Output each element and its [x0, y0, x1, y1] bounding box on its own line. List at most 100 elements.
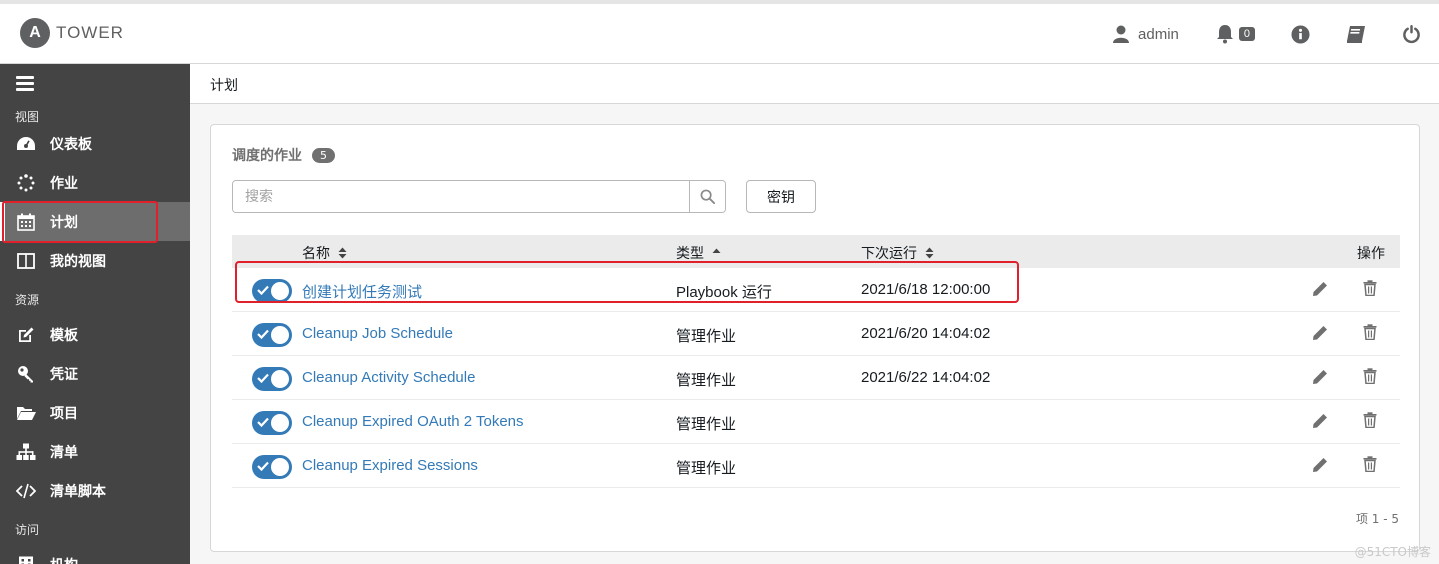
- trash-icon: [1363, 324, 1377, 341]
- documentation-button[interactable]: [1346, 25, 1366, 44]
- column-header-label: 类型: [676, 246, 704, 262]
- menu-toggle-icon[interactable]: [16, 76, 34, 94]
- schedule-next-run: 2021/6/20 14:04:02: [861, 325, 991, 342]
- schedule-name-link[interactable]: Cleanup Expired OAuth 2 Tokens: [302, 413, 524, 430]
- folder-open-icon: [15, 403, 37, 423]
- sidebar-item-label: 项目: [50, 405, 78, 422]
- edit-button[interactable]: [1312, 369, 1328, 389]
- sidebar-item-label: 模板: [50, 327, 78, 344]
- schedule-type: 管理作业: [676, 416, 737, 433]
- delete-button[interactable]: [1363, 368, 1377, 388]
- about-button[interactable]: [1291, 24, 1310, 44]
- column-header-label: 下次运行: [861, 246, 917, 262]
- delete-button[interactable]: [1363, 456, 1377, 476]
- search-button[interactable]: [689, 181, 725, 212]
- schedule-toggle[interactable]: [252, 455, 292, 479]
- toggle-knob: [271, 458, 289, 476]
- tower-logo[interactable]: A TOWER: [20, 18, 124, 48]
- delete-button[interactable]: [1363, 280, 1377, 300]
- pencil-icon: [1313, 282, 1327, 296]
- logo-text: TOWER: [56, 23, 124, 42]
- info-icon: [1291, 24, 1310, 44]
- sidebar-item-label: 作业: [50, 175, 78, 192]
- columns-icon: [15, 251, 37, 271]
- section-label-resources: 资源: [15, 293, 40, 307]
- edit-button[interactable]: [1312, 281, 1328, 301]
- sidebar: 视图 仪表板 作业 计划 我的视图 资源 模板 凭证 项目 清单 清单脚本 访问: [0, 64, 190, 564]
- schedule-type: 管理作业: [676, 328, 737, 345]
- delete-button[interactable]: [1363, 412, 1377, 432]
- column-header-label: 操作: [1357, 246, 1385, 262]
- notifications-button[interactable]: 0: [1215, 24, 1255, 44]
- schedule-next-run: 2021/6/22 14:04:02: [861, 369, 991, 386]
- toggle-knob: [271, 370, 289, 388]
- watermark: @51CTO博客: [1354, 545, 1431, 559]
- panel-title-text: 调度的作业: [232, 148, 302, 164]
- schedule-toggle[interactable]: [252, 411, 292, 435]
- tachometer-icon: [15, 134, 37, 154]
- spinner-icon: [15, 173, 37, 193]
- toggle-knob: [271, 414, 289, 432]
- search-input[interactable]: [233, 181, 689, 212]
- user-name: admin: [1138, 25, 1179, 43]
- check-icon: [257, 417, 269, 428]
- key-icon: [15, 364, 37, 384]
- count-badge: 5: [312, 147, 335, 163]
- search-icon: [700, 189, 715, 204]
- table-row: Cleanup Expired OAuth 2 Tokens 管理作业: [232, 400, 1400, 444]
- notification-count-badge: 0: [1238, 27, 1255, 41]
- table-row: Cleanup Expired Sessions 管理作业: [232, 444, 1400, 488]
- building-icon: [15, 555, 37, 564]
- pagination-info: 项 1 - 5: [1355, 512, 1399, 526]
- sidebar-item-label: 仪表板: [50, 136, 92, 153]
- check-icon: [257, 373, 269, 384]
- sidebar-item-label: 我的视图: [50, 253, 106, 270]
- column-header-name[interactable]: 名称: [302, 243, 347, 263]
- sidebar-item-templates[interactable]: 模板: [0, 315, 190, 354]
- schedule-type: 管理作业: [676, 372, 737, 389]
- sidebar-item-jobs[interactable]: 作业: [0, 163, 190, 202]
- edit-button[interactable]: [1312, 413, 1328, 433]
- column-header-next-run[interactable]: 下次运行: [861, 243, 934, 263]
- schedule-toggle[interactable]: [252, 323, 292, 347]
- delete-button[interactable]: [1363, 324, 1377, 344]
- check-icon: [257, 461, 269, 472]
- schedule-name-link[interactable]: Cleanup Activity Schedule: [302, 369, 475, 386]
- breadcrumb: 计划: [210, 78, 238, 94]
- power-icon: [1403, 24, 1420, 44]
- section-label-views: 视图: [15, 110, 40, 124]
- pencil-icon: [1313, 414, 1327, 428]
- sidebar-item-credentials[interactable]: 凭证: [0, 354, 190, 393]
- key-button[interactable]: 密钥: [746, 180, 816, 213]
- trash-icon: [1363, 412, 1377, 429]
- search-box: [232, 180, 726, 213]
- sidebar-item-organizations[interactable]: 机构: [0, 545, 190, 564]
- sitemap-icon: [15, 442, 37, 462]
- table-row: Cleanup Activity Schedule 管理作业 2021/6/22…: [232, 356, 1400, 400]
- sidebar-item-my-view[interactable]: 我的视图: [0, 241, 190, 280]
- sort-icon: [338, 247, 347, 259]
- user-icon: [1113, 25, 1130, 43]
- sidebar-item-projects[interactable]: 项目: [0, 393, 190, 432]
- sidebar-item-inventory-scripts[interactable]: 清单脚本: [0, 471, 190, 510]
- pencil-icon: [1313, 370, 1327, 384]
- logout-button[interactable]: [1402, 24, 1421, 44]
- schedule-name-link[interactable]: Cleanup Expired Sessions: [302, 457, 478, 474]
- trash-icon: [1363, 456, 1377, 473]
- column-header-label: 名称: [302, 246, 330, 262]
- schedule-name-link[interactable]: Cleanup Job Schedule: [302, 325, 453, 342]
- edit-button[interactable]: [1312, 325, 1328, 345]
- sort-icon: [925, 247, 934, 259]
- sidebar-item-label: 清单脚本: [50, 483, 106, 500]
- sidebar-item-label: 机构: [50, 555, 78, 564]
- edit-button[interactable]: [1312, 457, 1328, 477]
- trash-icon: [1363, 368, 1377, 385]
- sidebar-item-dashboard[interactable]: 仪表板: [0, 124, 190, 163]
- edit-icon: [15, 325, 37, 345]
- user-menu[interactable]: admin: [1113, 25, 1179, 43]
- schedule-toggle[interactable]: [252, 367, 292, 391]
- sidebar-item-label: 清单: [50, 444, 78, 461]
- sidebar-item-inventories[interactable]: 清单: [0, 432, 190, 471]
- column-header-actions: 操作: [1357, 243, 1385, 263]
- column-header-type[interactable]: 类型: [676, 243, 721, 263]
